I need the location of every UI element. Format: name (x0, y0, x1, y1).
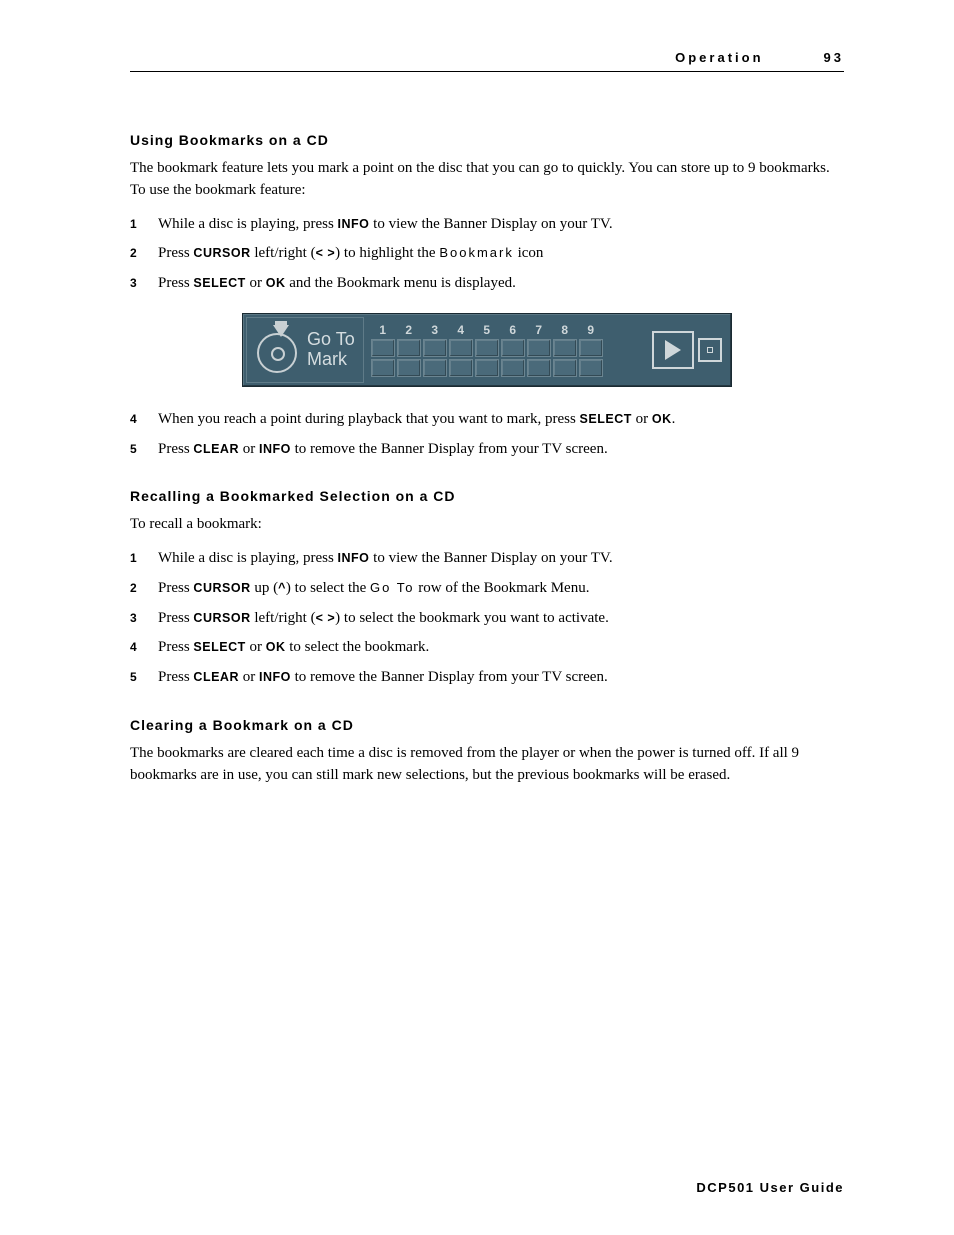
key-clear: CLEAR (193, 442, 239, 456)
key-cursor: CURSOR (193, 581, 250, 595)
step-text: Press CLEAR or INFO to remove the Banner… (158, 667, 844, 689)
key-ok: OK (266, 640, 286, 654)
step-number: 4 (130, 637, 158, 659)
play-icon (652, 331, 694, 369)
goto-label: Go To (370, 580, 414, 595)
header-title: Operation (675, 50, 763, 65)
bookmark-cell (475, 359, 499, 377)
key-info: INFO (338, 551, 370, 565)
list-item: 4 When you reach a point during playback… (130, 409, 844, 431)
bookmark-right-panel (652, 317, 728, 383)
bookmark-cell (501, 359, 525, 377)
step-number: 4 (130, 409, 158, 431)
key-info: INFO (338, 217, 370, 231)
bookmark-cell (397, 359, 421, 377)
section-heading-clearing: Clearing a Bookmark on a CD (130, 717, 844, 733)
list-item: 3 Press SELECT or OK and the Bookmark me… (130, 273, 844, 295)
list-item: 2 Press CURSOR left/right (< >) to highl… (130, 243, 844, 265)
section1-steps: 1 While a disc is playing, press INFO to… (130, 214, 844, 295)
step-number: 2 (130, 243, 158, 265)
step-text: When you reach a point during playback t… (158, 409, 844, 431)
step-number: 1 (130, 548, 158, 570)
list-item: 5 Press CLEAR or INFO to remove the Bann… (130, 667, 844, 689)
key-info: INFO (259, 670, 291, 684)
key-arrows: < > (316, 611, 336, 625)
step-number: 5 (130, 667, 158, 689)
bookmark-cell (553, 339, 577, 357)
list-item: 1 While a disc is playing, press INFO to… (130, 214, 844, 236)
bookmark-cell (423, 359, 447, 377)
list-item: 4 Press SELECT or OK to select the bookm… (130, 637, 844, 659)
stop-icon (698, 338, 722, 362)
section2-steps: 1 While a disc is playing, press INFO to… (130, 548, 844, 689)
bookmark-cell (371, 339, 395, 357)
bookmark-cell (553, 359, 577, 377)
step-text: Press CLEAR or INFO to remove the Banner… (158, 439, 844, 461)
section1-intro: The bookmark feature lets you mark a poi… (130, 158, 844, 202)
list-item: 3 Press CURSOR left/right (< >) to selec… (130, 608, 844, 630)
step-text: Press SELECT or OK to select the bookmar… (158, 637, 844, 659)
bookmark-bar: Go To Mark 1 2 3 4 5 6 7 8 9 (242, 313, 732, 387)
bookmark-cell (449, 359, 473, 377)
page-number: 93 (824, 50, 844, 65)
step-number: 1 (130, 214, 158, 236)
key-select: SELECT (193, 276, 245, 290)
step-text: While a disc is playing, press INFO to v… (158, 548, 844, 570)
key-select: SELECT (193, 640, 245, 654)
step-text: While a disc is playing, press INFO to v… (158, 214, 844, 236)
bookmark-cell (449, 339, 473, 357)
section-heading-using-bookmarks: Using Bookmarks on a CD (130, 132, 844, 148)
bookmark-cell (579, 359, 603, 377)
bookmark-label: Bookmark (439, 245, 514, 260)
list-item: 5 Press CLEAR or INFO to remove the Bann… (130, 439, 844, 461)
key-select: SELECT (580, 412, 632, 426)
key-info: INFO (259, 442, 291, 456)
bookmark-cell (371, 359, 395, 377)
bookmark-numbers-row: 1 2 3 4 5 6 7 8 9 (370, 323, 646, 337)
step-text: Press CURSOR left/right (< >) to highlig… (158, 243, 844, 265)
step-number: 3 (130, 273, 158, 295)
list-item: 2 Press CURSOR up (^) to select the Go T… (130, 578, 844, 600)
bookmark-cell (579, 339, 603, 357)
section3-intro: The bookmarks are cleared each time a di… (130, 743, 844, 787)
bookmark-cell (397, 339, 421, 357)
bookmark-row-top (370, 339, 646, 357)
bookmark-cell (527, 359, 551, 377)
section2-intro: To recall a bookmark: (130, 514, 844, 536)
bookmark-figure: Go To Mark 1 2 3 4 5 6 7 8 9 (130, 313, 844, 387)
bookmark-grid: 1 2 3 4 5 6 7 8 9 (364, 317, 652, 383)
disc-icon (255, 327, 301, 373)
step-text: Press CURSOR left/right (< >) to select … (158, 608, 844, 630)
key-cursor: CURSOR (193, 246, 250, 260)
bookmark-row-bottom (370, 359, 646, 377)
step-number: 2 (130, 578, 158, 600)
key-cursor: CURSOR (193, 611, 250, 625)
go-to-mark-label: Go To Mark (307, 330, 355, 370)
section-heading-recalling: Recalling a Bookmarked Selection on a CD (130, 488, 844, 504)
step-text: Press CURSOR up (^) to select the Go To … (158, 578, 844, 600)
bookmark-left-panel: Go To Mark (246, 317, 364, 383)
section1-steps-contd: 4 When you reach a point during playback… (130, 409, 844, 461)
bookmark-cell (527, 339, 551, 357)
bookmark-cell (423, 339, 447, 357)
step-text: Press SELECT or OK and the Bookmark menu… (158, 273, 844, 295)
step-number: 3 (130, 608, 158, 630)
list-item: 1 While a disc is playing, press INFO to… (130, 548, 844, 570)
bookmark-cell (475, 339, 499, 357)
key-ok: OK (652, 412, 672, 426)
key-arrows: < > (316, 246, 336, 260)
key-ok: OK (266, 276, 286, 290)
bookmark-cell (501, 339, 525, 357)
key-clear: CLEAR (193, 670, 239, 684)
key-caret: ^ (278, 581, 286, 595)
step-number: 5 (130, 439, 158, 461)
footer-guide-label: DCP501 User Guide (696, 1180, 844, 1195)
page-header: Operation 93 (130, 50, 844, 72)
